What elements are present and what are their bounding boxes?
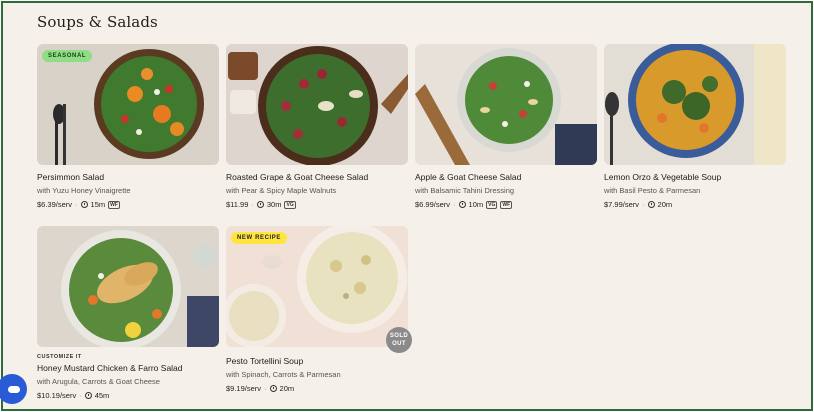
honey-mustard-chicken-image	[37, 226, 219, 347]
diet-tag: VG	[486, 200, 498, 209]
recipe-name[interactable]: Honey Mustard Chicken & Farro Salad	[37, 363, 219, 373]
page-frame: Soups & Salads SEASONAL Persimmon Salad …	[0, 1, 813, 411]
chat-button[interactable]	[0, 374, 27, 404]
recipe-name[interactable]: Apple & Goat Cheese Salad	[415, 172, 597, 182]
recipe-subtitle: with Balsamic Tahini Dressing	[415, 186, 515, 195]
recipe-subtitle: with Spinach, Carrots & Parmesan	[226, 370, 341, 379]
separator-dot: ·	[75, 200, 78, 209]
recipe-meta: $7.99/serv · 20m	[604, 200, 786, 209]
new-recipe-badge: NEW RECIPE	[231, 232, 288, 244]
recipe-card[interactable]: NEW RECIPE SOLD OUT Pesto Tortellini Sou…	[226, 226, 412, 393]
diet-tag: WF	[500, 200, 513, 209]
recipe-name[interactable]: Lemon Orzo & Vegetable Soup	[604, 172, 786, 182]
recipe-subtitle: with Pear & Spicy Maple Walnuts	[226, 186, 337, 195]
recipe-image[interactable]: SEASONAL	[37, 44, 219, 165]
recipe-meta: $10.19/serv · 45m	[37, 391, 219, 400]
recipe-card[interactable]: Apple & Goat Cheese Salad with Balsamic …	[415, 44, 597, 209]
pesto-tortellini-soup-image	[226, 226, 408, 347]
recipe-card[interactable]: Roasted Grape & Goat Cheese Salad with P…	[226, 44, 408, 209]
recipe-subtitle: with Arugula, Carrots & Goat Cheese	[37, 377, 160, 386]
separator-dot: ·	[79, 391, 82, 400]
recipe-name[interactable]: Persimmon Salad	[37, 172, 219, 182]
recipe-price: $7.99/serv	[604, 200, 640, 209]
recipe-meta: $11.99 · 30m VG	[226, 200, 408, 209]
recipe-price: $10.19/serv	[37, 391, 77, 400]
section-title: Soups & Salads	[37, 13, 158, 31]
recipe-image[interactable]	[226, 44, 408, 165]
recipe-meta: $6.39/serv · 15m WF	[37, 200, 219, 209]
recipe-price: $9.19/serv	[226, 384, 262, 393]
clock-icon	[269, 385, 277, 392]
clock-icon	[256, 201, 264, 208]
recipe-subtitle: with Yuzu Honey Vinaigrette	[37, 186, 131, 195]
separator-dot: ·	[251, 200, 254, 209]
diet-tag: VG	[284, 200, 296, 209]
clock-icon	[647, 201, 655, 208]
sold-out-badge: SOLD OUT	[386, 327, 412, 353]
customize-label: CUSTOMIZE IT	[37, 354, 82, 360]
recipe-time: 45m	[94, 391, 110, 400]
separator-dot: ·	[642, 200, 645, 209]
recipe-price: $6.39/serv	[37, 200, 73, 209]
recipe-time: 10m	[468, 200, 484, 209]
clock-icon	[80, 201, 88, 208]
recipe-time: 20m	[279, 384, 295, 393]
persimmon-salad-image	[37, 44, 219, 165]
roasted-grape-salad-image	[226, 44, 408, 165]
recipe-subtitle: with Basil Pesto & Parmesan	[604, 186, 701, 195]
recipe-time: 15m	[90, 200, 106, 209]
separator-dot: ·	[264, 384, 267, 393]
sold-out-line: OUT	[392, 341, 406, 347]
chat-icon	[8, 385, 20, 393]
diet-tag: WF	[108, 200, 120, 209]
recipe-image[interactable]	[604, 44, 786, 165]
recipe-time: 30m	[266, 200, 282, 209]
lemon-orzo-soup-image	[604, 44, 786, 165]
sold-out-line: SOLD	[389, 333, 409, 339]
recipe-card[interactable]: CUSTOMIZE IT Honey Mustard Chicken & Far…	[37, 226, 219, 400]
recipe-name[interactable]: Roasted Grape & Goat Cheese Salad	[226, 172, 408, 182]
seasonal-badge: SEASONAL	[42, 50, 93, 62]
recipe-image[interactable]	[37, 226, 219, 347]
recipe-card[interactable]: Lemon Orzo & Vegetable Soup with Basil P…	[604, 44, 786, 209]
recipe-image[interactable]: NEW RECIPE SOLD OUT	[226, 226, 412, 353]
recipe-meta: $9.19/serv · 20m	[226, 384, 408, 393]
recipe-card[interactable]: SEASONAL Persimmon Salad with Yuzu Honey…	[37, 44, 219, 209]
recipe-image[interactable]	[415, 44, 597, 165]
recipe-meta: $6.99/serv · 10m VG WF	[415, 200, 597, 209]
apple-goat-cheese-salad-image	[415, 44, 597, 165]
separator-dot: ·	[453, 200, 456, 209]
recipe-price: $11.99	[226, 200, 249, 209]
recipe-price: $6.99/serv	[415, 200, 451, 209]
clock-icon	[84, 392, 92, 399]
recipe-time: 20m	[657, 200, 673, 209]
clock-icon	[458, 201, 466, 208]
recipe-name[interactable]: Pesto Tortellini Soup	[226, 356, 408, 366]
